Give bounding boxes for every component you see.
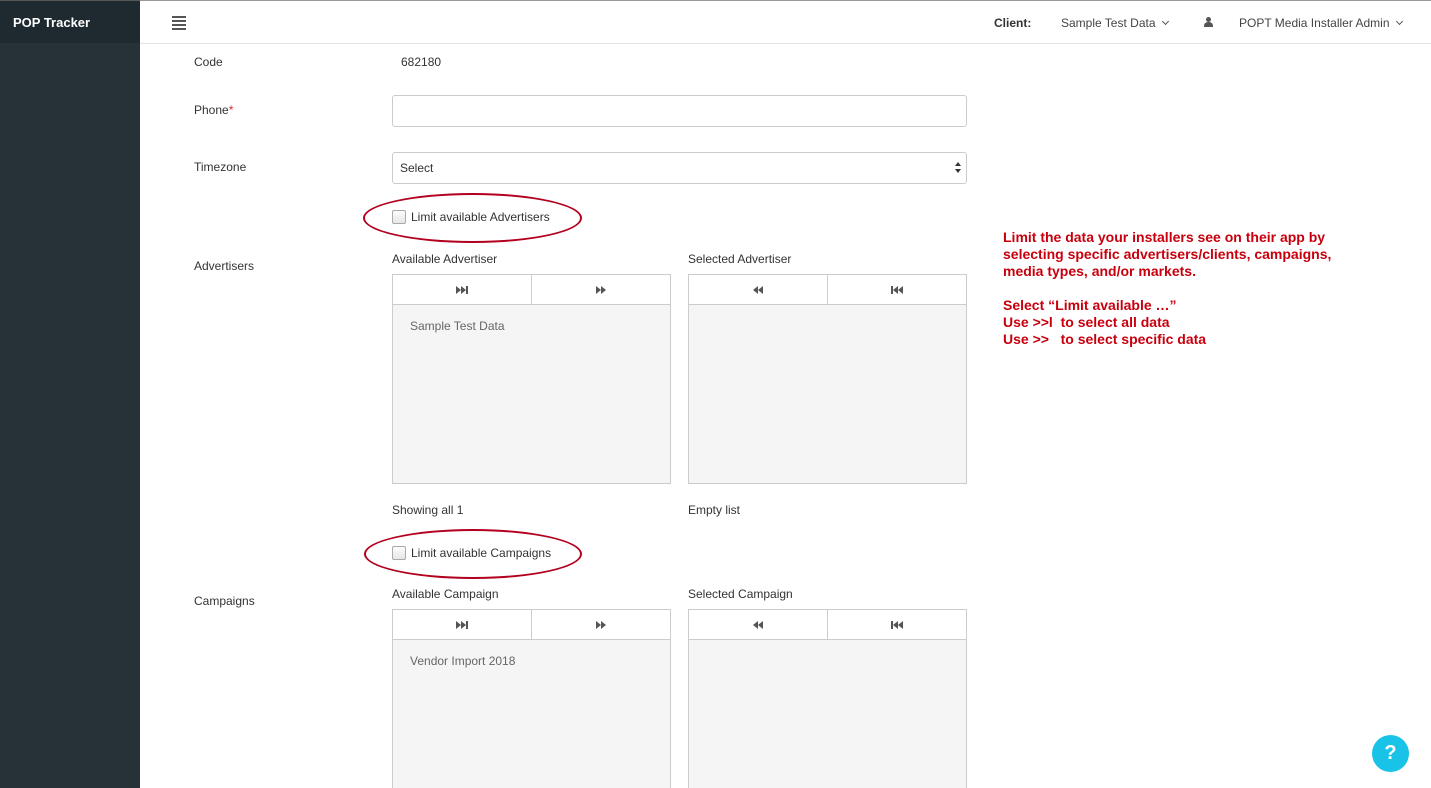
hamburger-menu-icon[interactable] <box>172 16 186 30</box>
code-label: Code <box>194 55 223 69</box>
limit-campaigns-checkbox[interactable]: Limit available Campaigns <box>392 546 551 560</box>
note-line: media types, and/or markets. <box>1003 263 1196 279</box>
list-item[interactable]: Vendor Import 2018 <box>393 641 670 681</box>
app-title: POP Tracker <box>13 15 91 30</box>
note-line: Limit the data your installers see on th… <box>1003 229 1326 245</box>
available-advertiser-list: Sample Test Data <box>392 274 671 484</box>
client-value: Sample Test Data <box>1061 16 1156 30</box>
move-all-right-icon <box>456 285 468 294</box>
move-all-left-button[interactable] <box>828 275 966 304</box>
note-line: Select “Limit available …” <box>1003 297 1177 313</box>
available-advertiser-status: Showing all 1 <box>392 503 464 517</box>
available-advertiser-heading: Available Advertiser <box>392 252 498 266</box>
checkbox-box[interactable] <box>392 546 406 560</box>
annotation-note: Limit the data your installers see on th… <box>1003 229 1403 348</box>
limit-campaigns-label: Limit available Campaigns <box>411 546 552 560</box>
note-line <box>1003 280 1403 297</box>
chevron-down-icon <box>1395 17 1403 26</box>
chevron-down-icon <box>1161 17 1169 26</box>
user-menu[interactable]: POPT Media Installer Admin <box>1239 16 1403 30</box>
timezone-label: Timezone <box>194 160 247 174</box>
selected-campaign-heading: Selected Campaign <box>688 587 793 601</box>
user-name: POPT Media Installer Admin <box>1239 16 1390 30</box>
move-all-right-button[interactable] <box>393 610 532 639</box>
move-all-left-icon <box>891 285 903 294</box>
move-left-icon <box>753 620 763 629</box>
select-arrows-icon <box>955 162 961 174</box>
move-right-icon <box>596 285 606 294</box>
client-dropdown[interactable]: Sample Test Data <box>1061 16 1169 30</box>
note-line: Use >>l to select all data <box>1003 314 1170 330</box>
selected-advertiser-list <box>688 274 967 484</box>
phone-input[interactable] <box>392 95 967 127</box>
limit-advertisers-label: Limit available Advertisers <box>411 210 550 224</box>
move-selected-right-button[interactable] <box>532 610 670 639</box>
selected-campaign-list <box>688 609 967 788</box>
move-all-left-button[interactable] <box>828 610 966 639</box>
timezone-select[interactable]: Select <box>392 152 967 184</box>
advertisers-label: Advertisers <box>194 259 255 273</box>
app-brand[interactable]: POP Tracker <box>0 0 140 43</box>
phone-label: Phone* <box>194 103 233 117</box>
list-item[interactable]: Sample Test Data <box>393 306 670 346</box>
note-line: selecting specific advertisers/clients, … <box>1003 246 1332 262</box>
checkbox-box[interactable] <box>392 210 406 224</box>
available-campaign-list: Vendor Import 2018 <box>392 609 671 788</box>
help-button[interactable]: ? <box>1372 735 1409 772</box>
user-icon <box>1204 17 1213 27</box>
selected-advertiser-heading: Selected Advertiser <box>688 252 792 266</box>
move-right-icon <box>596 620 606 629</box>
move-all-right-icon <box>456 620 468 629</box>
campaigns-label: Campaigns <box>194 594 255 608</box>
timezone-selected: Select <box>400 161 434 175</box>
required-mark: * <box>228 103 234 117</box>
limit-advertisers-checkbox[interactable]: Limit available Advertisers <box>392 210 550 224</box>
move-all-right-button[interactable] <box>393 275 532 304</box>
move-selected-left-button[interactable] <box>689 275 828 304</box>
phone-label-text: Phone <box>194 103 229 117</box>
code-value: 682180 <box>401 55 442 69</box>
move-selected-right-button[interactable] <box>532 275 670 304</box>
sidebar <box>0 0 140 788</box>
move-left-icon <box>753 285 763 294</box>
top-bar: Client: Sample Test Data POPT Media Inst… <box>140 0 1431 44</box>
move-selected-left-button[interactable] <box>689 610 828 639</box>
note-line: Use >> to select specific data <box>1003 331 1207 347</box>
available-campaign-heading: Available Campaign <box>392 587 499 601</box>
move-all-left-icon <box>891 620 903 629</box>
client-label: Client: <box>994 16 1032 30</box>
selected-advertiser-status: Empty list <box>688 503 741 517</box>
